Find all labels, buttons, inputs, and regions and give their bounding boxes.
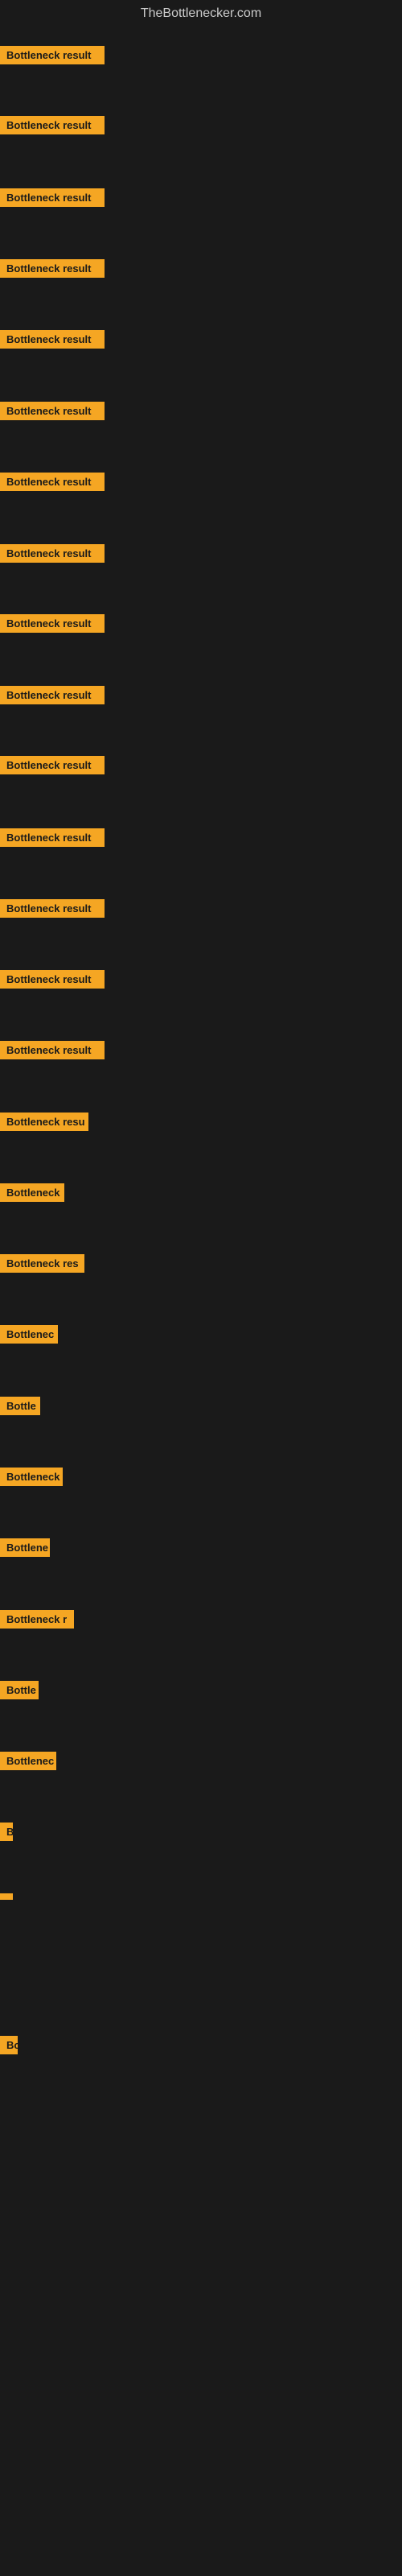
bottleneck-label: Bottleneck	[0, 1468, 63, 1486]
bottleneck-label: Bottlenec	[0, 1752, 56, 1770]
bottleneck-result-item: Bottleneck result	[0, 116, 105, 134]
bottleneck-label: Bottleneck result	[0, 116, 105, 134]
bottleneck-result-item: Bottleneck result	[0, 46, 105, 64]
bottleneck-result-item: Bottleneck	[0, 1183, 64, 1202]
bottleneck-label: Bottleneck res	[0, 1254, 84, 1273]
bottleneck-label: Bottlenec	[0, 1325, 58, 1344]
bottleneck-label: Bottlene	[0, 1538, 50, 1557]
bottleneck-result-item: Bottleneck result	[0, 686, 105, 704]
bottleneck-result-item: Bottleneck result	[0, 756, 105, 774]
bottleneck-label: Bottleneck result	[0, 686, 105, 704]
bottleneck-result-item: Bottleneck result	[0, 259, 105, 278]
bottleneck-result-item: Bottleneck result	[0, 970, 105, 989]
bottleneck-label: Bottleneck result	[0, 188, 105, 207]
bottleneck-label: Bottleneck result	[0, 970, 105, 989]
bottleneck-result-item: Bottleneck result	[0, 402, 105, 420]
bottleneck-result-item: Bottleneck res	[0, 1254, 84, 1273]
site-title: TheBottlenecker.com	[0, 0, 402, 24]
bottleneck-label: Bottle	[0, 1681, 39, 1699]
bottleneck-label: Bottleneck result	[0, 544, 105, 563]
bottleneck-label: Bottleneck result	[0, 46, 105, 64]
bottleneck-label: Bottleneck result	[0, 1041, 105, 1059]
bottleneck-label: Bottleneck	[0, 1183, 64, 1202]
bottleneck-result-item: Bo	[0, 2036, 18, 2054]
bottleneck-result-item: Bottlene	[0, 1538, 50, 1557]
bottleneck-result-item: Bottleneck result	[0, 544, 105, 563]
bottleneck-result-item: Bottleneck result	[0, 1041, 105, 1059]
bottleneck-label: Bottleneck resu	[0, 1113, 88, 1131]
bottleneck-label: Bottleneck result	[0, 402, 105, 420]
bottleneck-result-item: Bottleneck result	[0, 330, 105, 349]
bottleneck-label: Bottleneck result	[0, 330, 105, 349]
bottleneck-label: B	[0, 1823, 13, 1841]
bottleneck-label: Bo	[0, 2036, 18, 2054]
bottleneck-result-tiny	[0, 1893, 3, 1900]
bottleneck-label: Bottleneck result	[0, 614, 105, 633]
bottleneck-label: Bottle	[0, 1397, 40, 1415]
bottleneck-result-item: Bottleneck r	[0, 1610, 74, 1629]
bottleneck-result-item: Bottleneck	[0, 1468, 63, 1486]
bottleneck-label: Bottleneck r	[0, 1610, 74, 1629]
bottleneck-result-item: Bottleneck resu	[0, 1113, 88, 1131]
bottleneck-label: Bottleneck result	[0, 259, 105, 278]
bottleneck-result-item: Bottleneck result	[0, 899, 105, 918]
bottleneck-label: Bottleneck result	[0, 473, 105, 491]
bottleneck-result-item: Bottleneck result	[0, 473, 105, 491]
bottleneck-result-item: B	[0, 1823, 13, 1841]
bottleneck-label: Bottleneck result	[0, 899, 105, 918]
bottleneck-label: Bottleneck result	[0, 756, 105, 774]
bottleneck-result-item: Bottlenec	[0, 1325, 58, 1344]
bottleneck-result-item: Bottleneck result	[0, 188, 105, 207]
bottleneck-result-item: Bottle	[0, 1397, 40, 1415]
bottleneck-result-item: Bottle	[0, 1681, 39, 1699]
bottleneck-result-item: Bottleneck result	[0, 614, 105, 633]
bottleneck-result-item: Bottlenec	[0, 1752, 56, 1770]
bottleneck-label: Bottleneck result	[0, 828, 105, 847]
bottleneck-result-item: Bottleneck result	[0, 828, 105, 847]
